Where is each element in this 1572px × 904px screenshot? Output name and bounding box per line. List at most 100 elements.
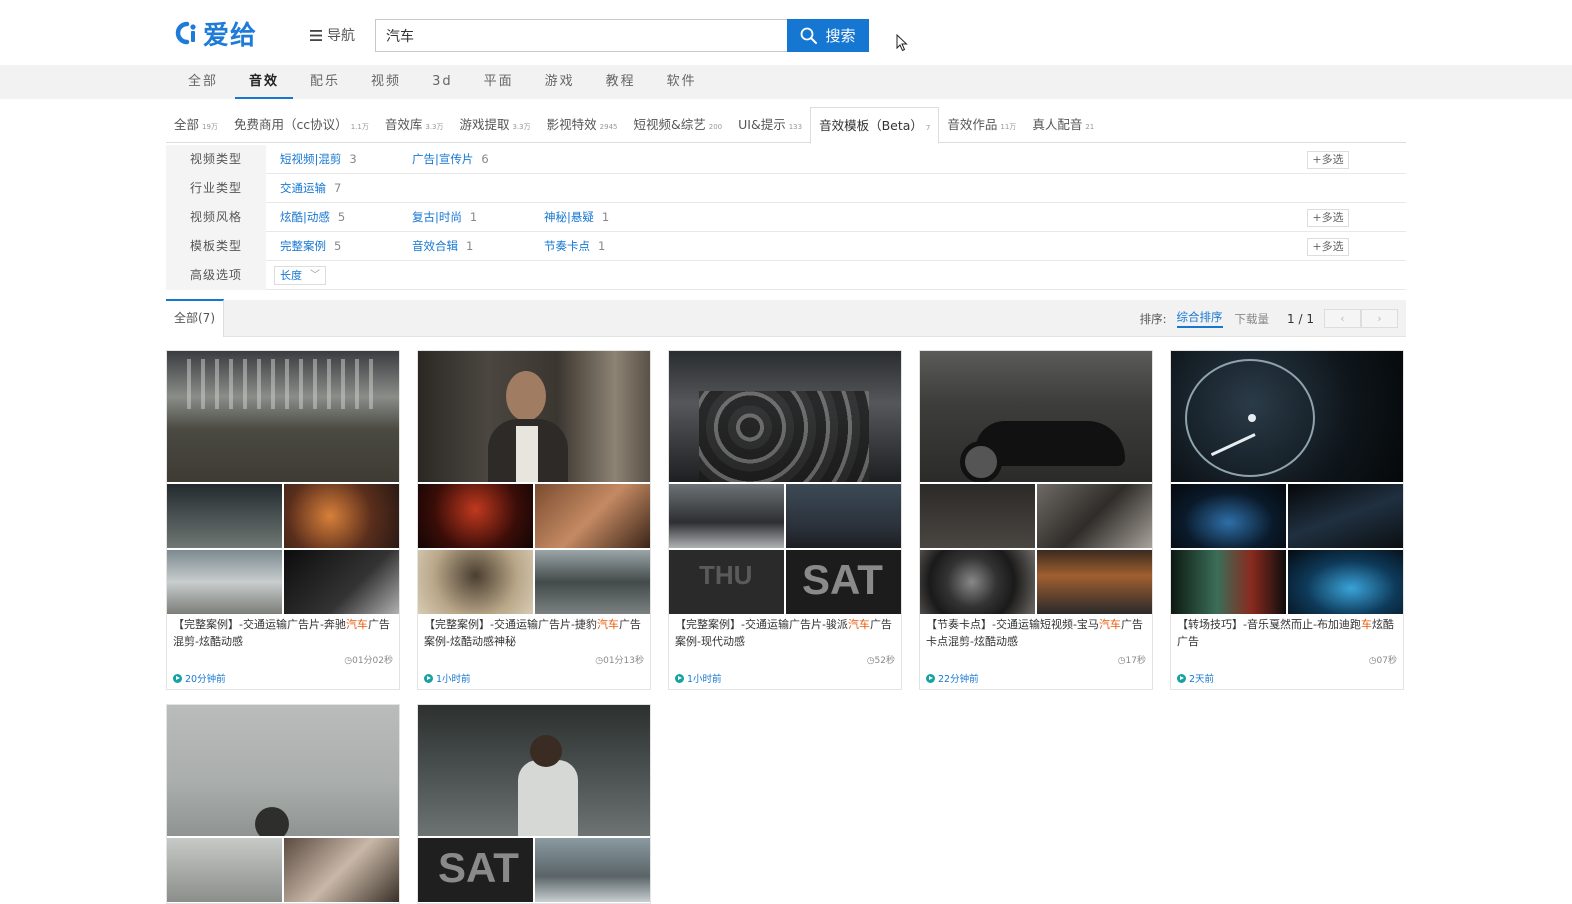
category-tab-all[interactable]: 全部 xyxy=(174,65,232,99)
filter-option-count: 1 xyxy=(469,210,478,224)
multi-select-button[interactable]: +多选 xyxy=(1307,151,1349,169)
sub-tab-count: 19万 xyxy=(202,123,218,131)
category-tab-game[interactable]: 游戏 xyxy=(531,65,589,99)
thumb-overlay-text: SAT xyxy=(802,556,883,603)
result-card[interactable]: 【完整案例】-交通运输广告片-捷豹汽车广告案例-炫酷动感神秘 ◷01分13秒 1… xyxy=(417,350,651,690)
hamburger-icon xyxy=(310,29,322,41)
length-select[interactable]: 长度 ﹀ xyxy=(274,265,326,285)
title-highlight: 汽车 xyxy=(1098,618,1121,631)
filter-label: 高级选项 xyxy=(166,260,266,290)
duration-value: 01分13秒 xyxy=(603,656,644,666)
sub-tab-label: UI&提示 xyxy=(738,117,786,132)
sort-option-default[interactable]: 综合排序 xyxy=(1176,309,1223,328)
result-card[interactable]: THU SAT 【完整案例】-交通运输广告片-骏派汽车广告案例-现代动感 ◷52… xyxy=(668,350,902,690)
results-tab-all[interactable]: 全部(7) xyxy=(166,299,224,337)
filter-option-name[interactable]: 节奏卡点 xyxy=(544,239,590,253)
sub-tab-sfx-template[interactable]: 音效模板（Beta） 7 xyxy=(810,107,940,144)
next-page-button[interactable]: › xyxy=(1361,309,1398,328)
thumbnail xyxy=(1288,484,1403,548)
site-logo[interactable]: 爱给 xyxy=(173,18,257,51)
sub-tab-game-extract[interactable]: 游戏提取 3.3万 xyxy=(451,107,538,143)
category-tab-sound-effects[interactable]: 音效 xyxy=(235,65,294,99)
filter-option-name[interactable]: 神秘|悬疑 xyxy=(544,210,594,224)
multi-select-button[interactable]: +多选 xyxy=(1307,238,1349,256)
sort-controls: 排序: 综合排序 下载量 1 / 1 ‹ › xyxy=(1140,300,1398,337)
thumbnail xyxy=(1037,550,1152,614)
category-tab-3d[interactable]: 3d xyxy=(418,65,467,99)
result-card[interactable] xyxy=(166,704,400,904)
search-icon xyxy=(801,27,818,44)
thumbnail xyxy=(284,838,399,902)
filter-option[interactable]: 神秘|悬疑 1 xyxy=(544,209,676,225)
thumbnail xyxy=(167,550,282,614)
upload-time: 22分钟前 xyxy=(926,671,979,685)
nav-menu-button[interactable]: 导航 xyxy=(310,25,355,45)
sub-tab-label: 音效库 xyxy=(384,117,423,132)
thumbnail xyxy=(669,484,784,548)
filter-option[interactable]: 复古|时尚 1 xyxy=(412,209,544,225)
filter-option-name[interactable]: 交通运输 xyxy=(280,181,326,195)
category-tab-music[interactable]: 配乐 xyxy=(296,65,354,99)
category-tab-software[interactable]: 软件 xyxy=(653,65,711,99)
filter-option[interactable]: 交通运输 7 xyxy=(280,180,412,196)
mouse-cursor-icon xyxy=(896,34,908,52)
thumbnail xyxy=(1037,484,1152,548)
search-button[interactable]: 搜索 xyxy=(787,19,869,52)
filter-option[interactable]: 节奏卡点 1 xyxy=(544,238,676,254)
title-text: 【完整案例】-交通运输广告片-奔驰 xyxy=(173,618,346,631)
sub-tab-all[interactable]: 全部 19万 xyxy=(166,107,226,143)
filter-option[interactable]: 完整案例 5 xyxy=(280,238,412,254)
filter-option-name[interactable]: 复古|时尚 xyxy=(412,210,462,224)
sub-tab-free-commercial[interactable]: 免费商用（cc协议） 1.1万 xyxy=(226,107,377,143)
sort-option-downloads[interactable]: 下载量 xyxy=(1235,311,1270,327)
category-tab-tutorial[interactable]: 教程 xyxy=(592,65,650,99)
result-card[interactable]: SAT xyxy=(417,704,651,904)
filter-option[interactable]: 音效合辑 1 xyxy=(412,238,544,254)
sub-tab-ui-tips[interactable]: UI&提示 133 xyxy=(730,107,810,143)
sub-tab-voice-over[interactable]: 真人配音 21 xyxy=(1024,107,1102,143)
filter-option-name[interactable]: 广告|宣传片 xyxy=(412,152,473,166)
sub-tab-label: 短视频&综艺 xyxy=(633,117,706,132)
sub-tab-film-fx[interactable]: 影视特效 2945 xyxy=(539,107,626,143)
result-card[interactable]: 【完整案例】-交通运输广告片-奔驰汽车广告混剪-炫酷动感 ◷01分02秒 20分… xyxy=(166,350,400,690)
card-title[interactable]: 【节奏卡点】-交通运输短视频-宝马汽车广告卡点混剪-炫酷动感 xyxy=(926,616,1148,650)
title-text: 【完整案例】-交通运输广告片-捷豹 xyxy=(424,618,597,631)
filter-option[interactable]: 短视频|混剪 3 xyxy=(280,151,412,167)
filter-row-industry-type: 行业类型 交通运输 7 xyxy=(166,173,1406,203)
sub-tab-count: 3.3万 xyxy=(425,123,444,131)
card-title[interactable]: 【完整案例】-交通运输广告片-骏派汽车广告案例-现代动感 xyxy=(675,616,897,650)
filter-option-name[interactable]: 完整案例 xyxy=(280,239,326,253)
category-tabs: 全部 音效 配乐 视频 3d 平面 游戏 教程 软件 xyxy=(174,65,714,99)
filter-row-video-style: 视频风格 炫酷|动感 5 复古|时尚 1 神秘|悬疑 1 +多选 xyxy=(166,202,1406,232)
multi-select-button[interactable]: +多选 xyxy=(1307,209,1349,227)
filter-option-count: 1 xyxy=(598,239,606,253)
sub-tab-sound-library[interactable]: 音效库 3.3万 xyxy=(377,107,452,143)
category-tab-video[interactable]: 视频 xyxy=(357,65,415,99)
result-card[interactable]: 【转场技巧】-音乐戛然而止-布加迪跑车炫酷广告 ◷07秒 2天前 xyxy=(1170,350,1404,690)
search-input[interactable] xyxy=(375,19,787,52)
prev-page-button[interactable]: ‹ xyxy=(1324,309,1361,328)
title-highlight: 车 xyxy=(1360,618,1372,631)
upload-time: 20分钟前 xyxy=(173,671,226,685)
category-tab-graphic[interactable]: 平面 xyxy=(470,65,528,99)
filter-option-name[interactable]: 音效合辑 xyxy=(412,239,458,253)
result-card[interactable]: 【节奏卡点】-交通运输短视频-宝马汽车广告卡点混剪-炫酷动感 ◷17秒 22分钟… xyxy=(919,350,1153,690)
card-title[interactable]: 【完整案例】-交通运输广告片-捷豹汽车广告案例-炫酷动感神秘 xyxy=(424,616,646,650)
filter-option-name[interactable]: 短视频|混剪 xyxy=(280,152,341,166)
nav-label: 导航 xyxy=(327,28,355,44)
filter-option[interactable]: 广告|宣传片 6 xyxy=(412,151,544,167)
filter-label: 视频类型 xyxy=(166,144,266,174)
upload-time: 2天前 xyxy=(1177,671,1214,685)
filter-option[interactable]: 炫酷|动感 5 xyxy=(280,209,412,225)
thumbnail-main xyxy=(418,351,650,482)
card-title[interactable]: 【转场技巧】-音乐戛然而止-布加迪跑车炫酷广告 xyxy=(1177,616,1399,650)
filter-label: 视频风格 xyxy=(166,202,266,232)
card-title[interactable]: 【完整案例】-交通运输广告片-奔驰汽车广告混剪-炫酷动感 xyxy=(173,616,395,650)
filter-option-name[interactable]: 炫酷|动感 xyxy=(280,210,330,224)
top-header: 爱给 导航 搜索 xyxy=(0,0,1572,65)
sub-tab-short-video[interactable]: 短视频&综艺 200 xyxy=(625,107,730,143)
play-icon xyxy=(1177,673,1186,683)
sub-tab-sfx-works[interactable]: 音效作品 11万 xyxy=(939,107,1024,143)
title-highlight: 汽车 xyxy=(847,618,870,631)
logo-text: 爱给 xyxy=(203,20,258,51)
